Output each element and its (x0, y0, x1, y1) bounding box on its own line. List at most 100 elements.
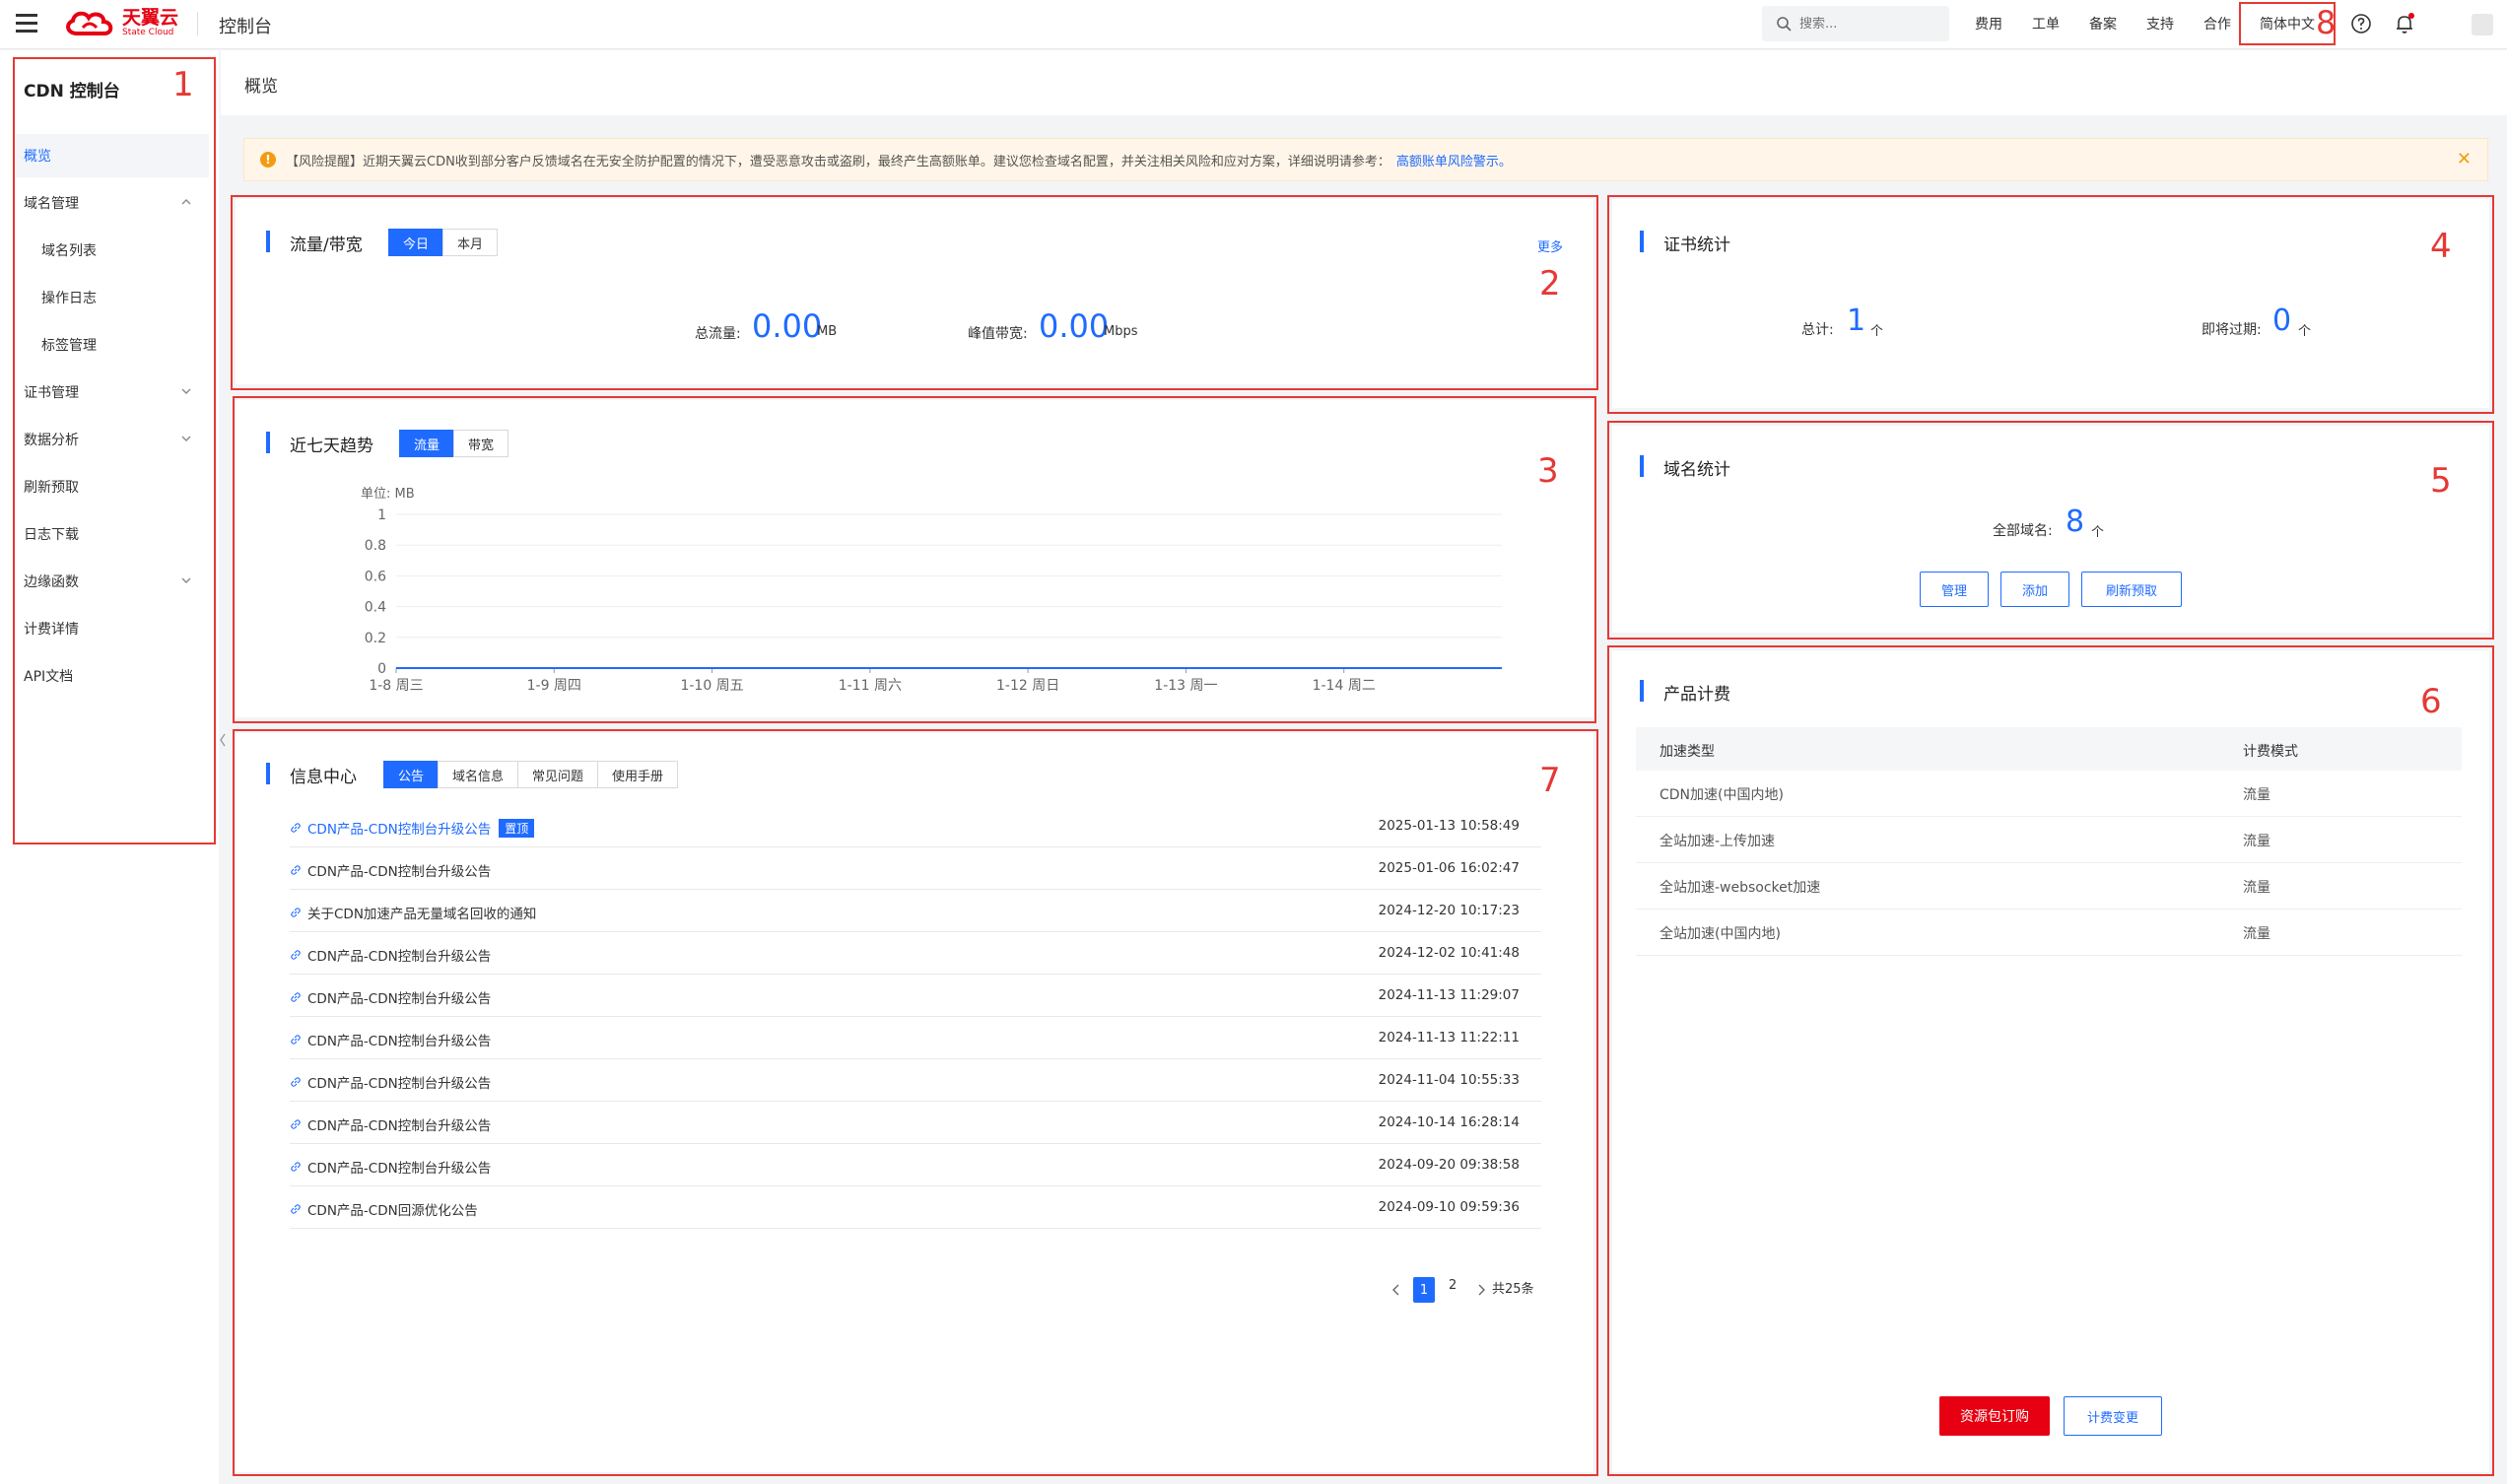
table-row: 全站加速-websocket加速 流量 (1636, 863, 2462, 910)
sidebar-item-operation-log[interactable]: 操作日志 (16, 276, 209, 319)
sidebar-item-api-docs[interactable]: API文档 (16, 654, 209, 698)
alert-link[interactable]: 高额账单风险警示。 (1396, 151, 1512, 169)
notice-title[interactable]: CDN产品-CDN控制台升级公告 (290, 1072, 491, 1092)
notice-row[interactable]: CDN产品-CDN回源优化公告 2024-09-10 09:59:36 (290, 1186, 1541, 1229)
total-traffic-value: 0.00 (752, 307, 823, 345)
menu-icon[interactable] (16, 14, 37, 34)
notice-title[interactable]: CDN产品-CDN控制台升级公告 (290, 1114, 491, 1134)
notice-row[interactable]: CDN产品-CDN控制台升级公告 置顶 2025-01-13 10:58:49 (290, 805, 1541, 847)
notice-row[interactable]: CDN产品-CDN控制台升级公告 2024-11-04 10:55:33 (290, 1059, 1541, 1102)
tab-faq[interactable]: 常见问题 (517, 761, 599, 788)
cell-billing-mode: 流量 (2243, 834, 2270, 849)
notice-title[interactable]: CDN产品-CDN控制台升级公告 置顶 (290, 818, 535, 838)
tab-manual[interactable]: 使用手册 (597, 761, 679, 788)
notice-row[interactable]: CDN产品-CDN控制台升级公告 2024-12-02 10:41:48 (290, 932, 1541, 975)
cell-billing-mode: 流量 (2243, 880, 2270, 896)
y-tick-label: 0 (377, 661, 386, 677)
sidebar-item-certificate[interactable]: 证书管理 (16, 371, 209, 414)
link-icon (291, 1077, 301, 1087)
notice-date: 2024-11-04 10:55:33 (1378, 1072, 1520, 1088)
notice-row[interactable]: 关于CDN加速产品无量域名回收的通知 2024-12-20 10:17:23 (290, 890, 1541, 932)
search-input[interactable] (1799, 16, 1937, 32)
notice-title[interactable]: CDN产品-CDN控制台升级公告 (290, 945, 491, 965)
language-label: 简体中文 (2260, 17, 2315, 33)
page-2[interactable]: 2 (1449, 1278, 1457, 1293)
sidebar-item-label: 概览 (24, 149, 51, 165)
brand-name-en: State Cloud (122, 28, 174, 37)
sidebar-item-log-download[interactable]: 日志下载 (16, 512, 209, 556)
chevron-up-icon (181, 199, 191, 205)
notice-row[interactable]: CDN产品-CDN控制台升级公告 2024-11-13 11:29:07 (290, 975, 1541, 1017)
manage-button[interactable]: 管理 (1920, 572, 1989, 607)
notice-title[interactable]: CDN产品-CDN控制台升级公告 (290, 860, 491, 880)
tab-domain-info[interactable]: 域名信息 (438, 761, 519, 788)
notice-title[interactable]: CDN产品-CDN控制台升级公告 (290, 1030, 491, 1049)
sidebar-item-refresh-prefetch[interactable]: 刷新预取 (16, 465, 209, 508)
notice-title-text: CDN产品-CDN控制台升级公告 (307, 949, 492, 965)
peak-bandwidth-label: 峰值带宽: (968, 326, 1028, 342)
x-tick-label: 1-14 周二 (1313, 678, 1376, 694)
nav-filing[interactable]: 备案 (2089, 14, 2117, 34)
close-icon[interactable]: ✕ (2457, 149, 2472, 169)
cert-total-value: 1 (1847, 304, 1866, 338)
tab-today[interactable]: 今日 (388, 229, 444, 256)
sidebar-item-domain-management[interactable]: 域名管理 (16, 181, 209, 225)
warning-icon: ! (260, 152, 276, 168)
traffic-card (236, 199, 1593, 384)
nav-ticket[interactable]: 工单 (2032, 14, 2060, 34)
traffic-card-title: 流量/带宽 (266, 231, 363, 255)
annotation-number: 4 (2430, 227, 2452, 266)
trend-chart: 1 0.8 0.6 0.4 0.2 01-8 周三 1-9 周四 1-10 周五 1-11 周六… (365, 507, 1502, 694)
traffic-range-tabs: 今日 本月 (388, 229, 499, 256)
cell-acceleration-type: 全站加速(中国内地) (1660, 926, 1781, 942)
refresh-prefetch-button[interactable]: 刷新预取 (2081, 572, 2182, 607)
buy-package-button[interactable]: 资源包订购 (1939, 1396, 2050, 1436)
tab-bandwidth[interactable]: 带宽 (453, 430, 509, 457)
chevron-right-icon[interactable] (1474, 1283, 1488, 1297)
table-row: CDN加速(中国内地) 流量 (1636, 771, 2462, 817)
sidebar-item-data-analysis[interactable]: 数据分析 (16, 418, 209, 461)
notice-title-text: 关于CDN加速产品无量域名回收的通知 (307, 907, 537, 922)
tab-traffic[interactable]: 流量 (399, 430, 455, 457)
notice-title[interactable]: CDN产品-CDN回源优化公告 (290, 1199, 478, 1219)
notice-row[interactable]: CDN产品-CDN控制台升级公告 2025-01-06 16:02:47 (290, 847, 1541, 890)
x-tick-label: 1-11 周六 (839, 678, 902, 694)
change-billing-button[interactable]: 计费变更 (2064, 1396, 2162, 1436)
cloud-logo-icon (66, 11, 113, 35)
notice-date: 2025-01-06 16:02:47 (1378, 860, 1520, 876)
sidebar-item-tag-management[interactable]: 标签管理 (16, 323, 209, 367)
help-icon[interactable] (2349, 12, 2373, 35)
notice-title[interactable]: CDN产品-CDN控制台升级公告 (290, 1157, 491, 1177)
search-box[interactable] (1762, 6, 1949, 41)
sidebar-item-billing-details[interactable]: 计费详情 (16, 607, 209, 650)
column-header-type: 加速类型 (1660, 744, 1715, 760)
nav-partner[interactable]: 合作 (2203, 14, 2231, 34)
notice-title-text: CDN产品-CDN控制台升级公告 (307, 1161, 492, 1177)
collapse-sidebar-icon[interactable] (219, 725, 227, 755)
sidebar-item-edge-functions[interactable]: 边缘函数 (16, 560, 209, 603)
nav-support[interactable]: 支持 (2146, 14, 2174, 34)
notice-title-text: CDN产品-CDN回源优化公告 (307, 1203, 478, 1219)
page-1[interactable]: 1 (1413, 1277, 1435, 1303)
console-title[interactable]: 控制台 (219, 13, 272, 38)
chevron-left-icon[interactable] (1389, 1283, 1403, 1297)
more-link[interactable]: 更多 (1537, 236, 1563, 255)
nav-billing[interactable]: 费用 (1975, 14, 2002, 34)
tab-announcements[interactable]: 公告 (383, 761, 440, 788)
add-domain-button[interactable]: 添加 (2000, 572, 2069, 607)
peak-bandwidth-unit: Mbps (1104, 324, 1138, 339)
sidebar-item-overview[interactable]: 概览 (16, 134, 209, 177)
notice-row[interactable]: CDN产品-CDN控制台升级公告 2024-11-13 11:22:11 (290, 1017, 1541, 1059)
avatar[interactable] (2472, 14, 2493, 35)
sidebar-item-domain-list[interactable]: 域名列表 (16, 229, 209, 272)
logo[interactable]: 天翼云 State Cloud (63, 8, 178, 37)
notice-date: 2024-09-10 09:59:36 (1378, 1199, 1520, 1215)
notice-row[interactable]: CDN产品-CDN控制台升级公告 2024-09-20 09:38:58 (290, 1144, 1541, 1186)
notice-title[interactable]: CDN产品-CDN控制台升级公告 (290, 987, 491, 1007)
divider (197, 12, 198, 35)
annotation-number: 2 (1539, 264, 1561, 304)
bell-icon[interactable] (2393, 12, 2416, 35)
notice-row[interactable]: CDN产品-CDN控制台升级公告 2024-10-14 16:28:14 (290, 1102, 1541, 1144)
tab-this-month[interactable]: 本月 (442, 229, 499, 256)
notice-title[interactable]: 关于CDN加速产品无量域名回收的通知 (290, 903, 536, 922)
